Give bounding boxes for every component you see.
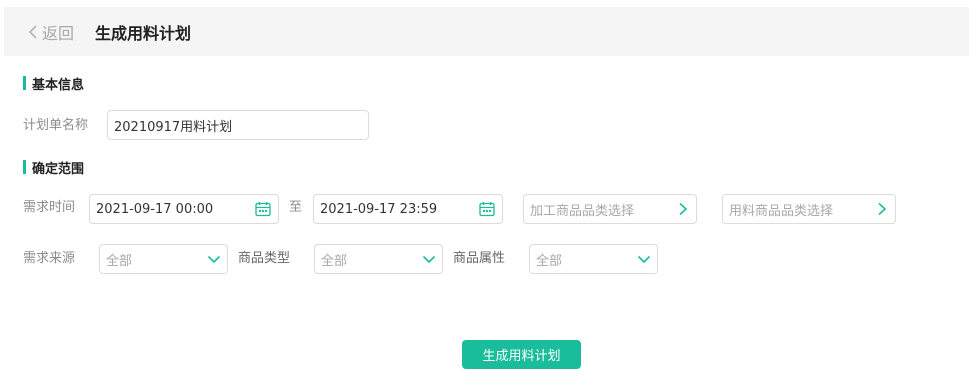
chevron-down-icon	[637, 252, 651, 266]
generate-plan-button[interactable]: 生成用料计划	[462, 340, 581, 369]
section-scope: 确定范围	[23, 159, 85, 177]
section-basic-info: 基本信息	[23, 75, 85, 93]
section-marker	[23, 76, 26, 90]
end-time-value: 2021-09-17 23:59	[320, 201, 438, 217]
back-button[interactable]: 返回	[28, 21, 74, 43]
product-attr-label: 商品属性	[453, 251, 506, 266]
page-title: 生成用料计划	[95, 24, 192, 43]
processed-category-selector[interactable]: 加工商品品类选择	[523, 194, 697, 224]
calendar-icon[interactable]	[478, 200, 496, 218]
calendar-icon[interactable]	[254, 200, 272, 218]
section-basic-info-title: 基本信息	[32, 77, 85, 93]
material-category-placeholder: 用料商品品类选择	[729, 203, 834, 219]
end-time-picker[interactable]: 2021-09-17 23:59	[313, 194, 503, 224]
section-marker	[23, 160, 26, 174]
chevron-right-icon	[875, 202, 889, 216]
demand-source-select[interactable]: 全部	[99, 244, 228, 274]
chevron-left-icon	[28, 25, 37, 39]
product-attr-value: 全部	[536, 253, 563, 269]
section-scope-title: 确定范围	[32, 161, 85, 177]
product-attr-select[interactable]: 全部	[529, 244, 658, 274]
demand-source-label: 需求来源	[23, 251, 76, 266]
demand-time-label: 需求时间	[23, 200, 76, 215]
product-type-select[interactable]: 全部	[314, 244, 443, 274]
chevron-down-icon	[422, 252, 436, 266]
chevron-right-icon	[676, 202, 690, 216]
chevron-down-icon	[207, 252, 221, 266]
product-type-value: 全部	[321, 253, 348, 269]
back-label: 返回	[42, 24, 75, 43]
plan-name-input[interactable]: 20210917用料计划	[107, 110, 369, 140]
page-header: 返回 生成用料计划	[4, 7, 969, 56]
plan-name-label: 计划单名称	[23, 118, 89, 133]
plan-name-value: 20210917用料计划	[114, 119, 233, 135]
to-label: 至	[289, 200, 303, 215]
material-category-selector[interactable]: 用料商品品类选择	[722, 194, 896, 224]
processed-category-placeholder: 加工商品品类选择	[530, 203, 635, 219]
start-time-picker[interactable]: 2021-09-17 00:00	[89, 194, 279, 224]
start-time-value: 2021-09-17 00:00	[96, 201, 214, 217]
demand-source-value: 全部	[106, 253, 133, 269]
product-type-label: 商品类型	[238, 251, 291, 266]
